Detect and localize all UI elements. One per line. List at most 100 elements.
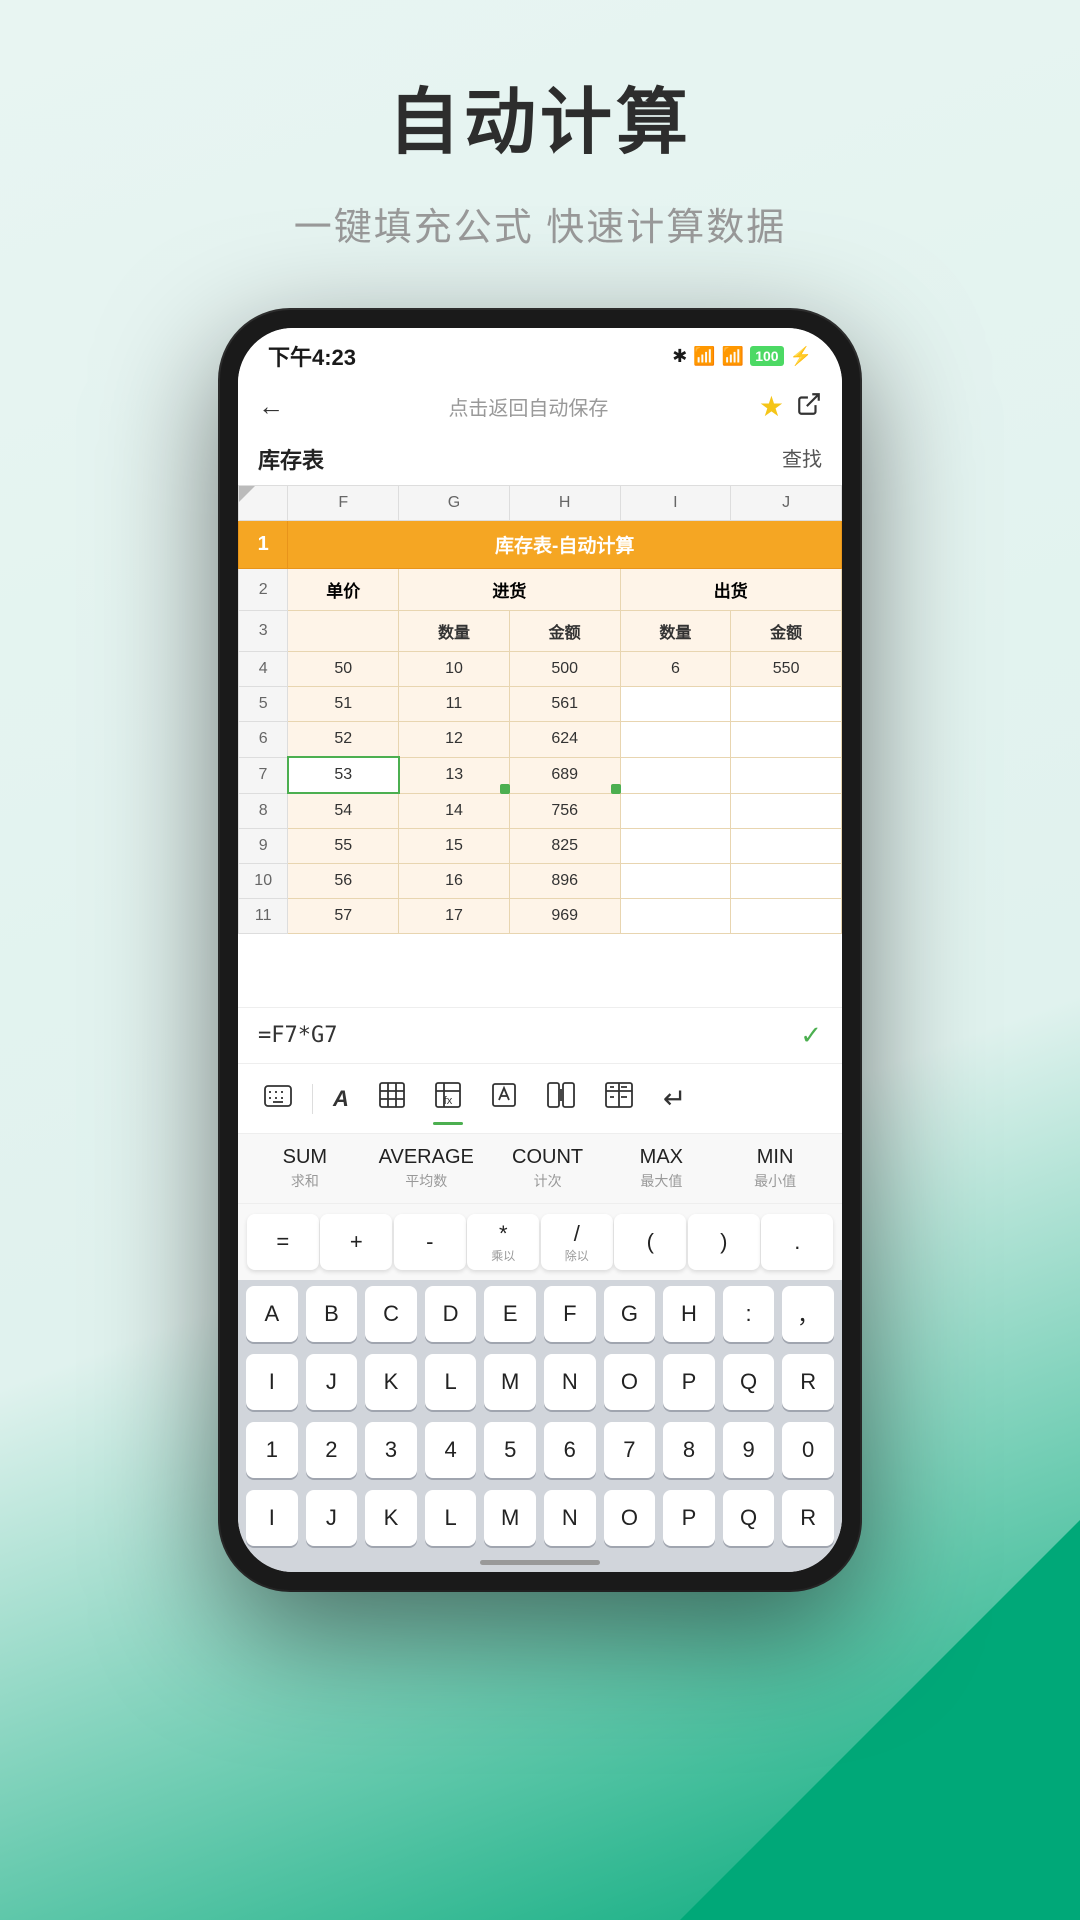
cell-10g[interactable]: 16 (399, 864, 510, 899)
star-button[interactable]: ★ (759, 390, 784, 423)
col-header-i[interactable]: I (620, 486, 731, 521)
col-header-j[interactable]: J (731, 486, 842, 521)
cell-7g[interactable]: 13 (399, 757, 510, 793)
key-k[interactable]: K (365, 1354, 417, 1410)
toolbar-cell-style-button[interactable] (481, 1076, 527, 1121)
cell-4g[interactable]: 10 (399, 652, 510, 687)
key-l[interactable]: L (425, 1354, 477, 1410)
cell-3h[interactable]: 金额 (509, 611, 620, 652)
key-colon[interactable]: : (723, 1286, 775, 1342)
find-button[interactable]: 查找 (782, 443, 822, 475)
key-q[interactable]: Q (723, 1354, 775, 1410)
cell-5f[interactable]: 51 (288, 687, 399, 722)
op-dot-key[interactable]: . (761, 1214, 833, 1270)
toolbar-keyboard-button[interactable] (254, 1077, 302, 1120)
cell-9h[interactable]: 825 (509, 829, 620, 864)
key-d[interactable]: D (425, 1286, 477, 1342)
key-r2[interactable]: R (782, 1490, 834, 1546)
cell-7i[interactable] (620, 757, 731, 793)
key-3[interactable]: 3 (365, 1422, 417, 1478)
key-i2[interactable]: I (246, 1490, 298, 1546)
key-q2[interactable]: Q (723, 1490, 775, 1546)
key-p[interactable]: P (663, 1354, 715, 1410)
key-j[interactable]: J (306, 1354, 358, 1410)
cell-4i[interactable]: 6 (620, 652, 731, 687)
cell-7j[interactable] (731, 757, 842, 793)
key-0[interactable]: 0 (782, 1422, 834, 1478)
op-lparen-key[interactable]: ( (614, 1214, 686, 1270)
key-m2[interactable]: M (484, 1490, 536, 1546)
key-9[interactable]: 9 (723, 1422, 775, 1478)
cell-10i[interactable] (620, 864, 731, 899)
key-j2[interactable]: J (306, 1490, 358, 1546)
key-m[interactable]: M (484, 1354, 536, 1410)
key-1[interactable]: 1 (246, 1422, 298, 1478)
cell-6f[interactable]: 52 (288, 722, 399, 758)
cell-4f[interactable]: 50 (288, 652, 399, 687)
toolbar-text-button[interactable]: A (323, 1080, 359, 1118)
cell-9i[interactable] (620, 829, 731, 864)
cell-9j[interactable] (731, 829, 842, 864)
toolbar-table-button[interactable] (369, 1076, 415, 1121)
key-n2[interactable]: N (544, 1490, 596, 1546)
toolbar-data-button[interactable] (595, 1076, 643, 1121)
key-c[interactable]: C (365, 1286, 417, 1342)
cell-6j[interactable] (731, 722, 842, 758)
cell-6i[interactable] (620, 722, 731, 758)
toolbar-formula-button[interactable]: fx (425, 1076, 471, 1121)
cell-8i[interactable] (620, 793, 731, 829)
key-n[interactable]: N (544, 1354, 596, 1410)
cell-8g[interactable]: 14 (399, 793, 510, 829)
cell-2i[interactable]: 出货 (620, 569, 841, 611)
cell-11g[interactable]: 17 (399, 899, 510, 934)
cell-6g[interactable]: 12 (399, 722, 510, 758)
key-7[interactable]: 7 (604, 1422, 656, 1478)
key-4[interactable]: 4 (425, 1422, 477, 1478)
cell-7h[interactable]: 689 (509, 757, 620, 793)
cell-6h[interactable]: 624 (509, 722, 620, 758)
cell-4j[interactable]: 550 (731, 652, 842, 687)
cell-11h[interactable]: 969 (509, 899, 620, 934)
sum-button[interactable]: SUM 求和 (265, 1146, 345, 1191)
key-5[interactable]: 5 (484, 1422, 536, 1478)
col-header-g[interactable]: G (399, 486, 510, 521)
cell-3g[interactable]: 数量 (399, 611, 510, 652)
back-button[interactable]: ← (258, 391, 298, 422)
cell-5i[interactable] (620, 687, 731, 722)
op-equals-key[interactable]: = (247, 1214, 319, 1270)
op-multiply-key[interactable]: * 乘以 (467, 1214, 539, 1270)
cell-3f[interactable] (288, 611, 399, 652)
cell-8h[interactable]: 756 (509, 793, 620, 829)
cell-8f[interactable]: 54 (288, 793, 399, 829)
cell-9g[interactable]: 15 (399, 829, 510, 864)
key-2[interactable]: 2 (306, 1422, 358, 1478)
toolbar-enter-button[interactable]: ↵ (653, 1076, 696, 1121)
cell-10h[interactable]: 896 (509, 864, 620, 899)
min-button[interactable]: MIN 最小值 (735, 1146, 815, 1191)
cell-3j[interactable]: 金额 (731, 611, 842, 652)
key-l2[interactable]: L (425, 1490, 477, 1546)
cell-11f[interactable]: 57 (288, 899, 399, 934)
cell-10j[interactable] (731, 864, 842, 899)
max-button[interactable]: MAX 最大值 (621, 1146, 701, 1191)
key-o2[interactable]: O (604, 1490, 656, 1546)
cell-9f[interactable]: 55 (288, 829, 399, 864)
toolbar-merge-button[interactable] (537, 1076, 585, 1121)
key-r[interactable]: R (782, 1354, 834, 1410)
cell-4h[interactable]: 500 (509, 652, 620, 687)
cell-2g[interactable]: 进货 (399, 569, 620, 611)
key-h[interactable]: H (663, 1286, 715, 1342)
average-button[interactable]: AVERAGE 平均数 (379, 1146, 474, 1191)
cell-10f[interactable]: 56 (288, 864, 399, 899)
cell-11i[interactable] (620, 899, 731, 934)
key-k2[interactable]: K (365, 1490, 417, 1546)
col-header-f[interactable]: F (288, 486, 399, 521)
cell-3i[interactable]: 数量 (620, 611, 731, 652)
key-6[interactable]: 6 (544, 1422, 596, 1478)
key-i[interactable]: I (246, 1354, 298, 1410)
op-minus-key[interactable]: - (394, 1214, 466, 1270)
op-divide-key[interactable]: / 除以 (541, 1214, 613, 1270)
key-f[interactable]: F (544, 1286, 596, 1342)
cell-7f[interactable]: 53 (288, 757, 399, 793)
key-g[interactable]: G (604, 1286, 656, 1342)
